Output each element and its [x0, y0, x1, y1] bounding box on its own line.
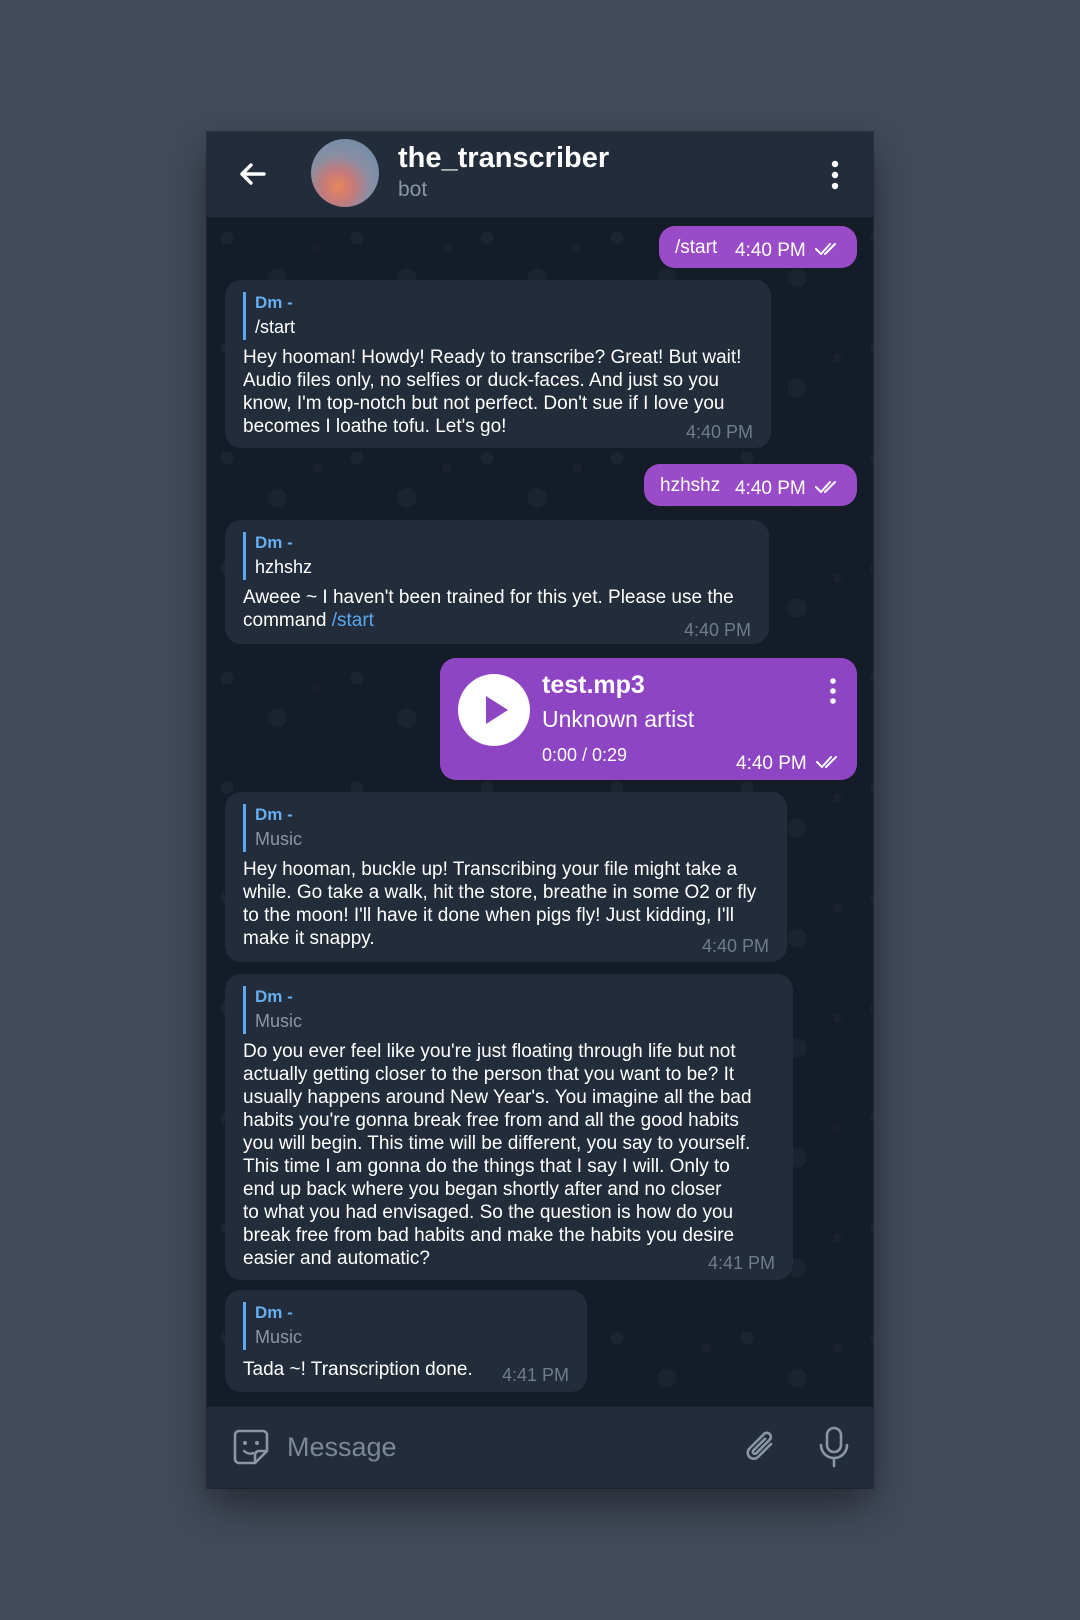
reply-author: Dm -	[255, 533, 293, 552]
message-outgoing[interactable]: hzhshz 4:40 PM	[644, 464, 857, 506]
message-time: 4:41 PM	[501, 1365, 569, 1385]
message-outgoing[interactable]: /start 4:40 PM	[659, 226, 857, 268]
message-input[interactable]	[287, 1425, 687, 1469]
reply-text: /start	[255, 317, 296, 337]
message-text: Hey hooman, buckle up! Transcribing your…	[243, 859, 757, 949]
message-time: 4:41 PM	[707, 1253, 775, 1273]
message-incoming[interactable]: Dm - hzhshz Aweee ~ I haven't been train…	[225, 520, 769, 644]
message-text: Do you ever feel like you're just floati…	[243, 1041, 752, 1269]
message-incoming[interactable]: Dm - Music Hey hooman, buckle up! Transc…	[225, 792, 787, 962]
arrow-left-icon[interactable]	[233, 154, 273, 194]
reply-quote[interactable]: Dm - Music	[243, 804, 302, 852]
reply-text: Music	[255, 1011, 303, 1031]
reply-quote[interactable]: Dm - hzhshz	[243, 532, 312, 580]
message-incoming[interactable]: Dm - Music Tada ~! Transcription done. 4…	[225, 1290, 587, 1392]
message-text-body: Aweee ~ I haven't been trained for this …	[243, 587, 734, 631]
chat-header: the_transcriber bot	[207, 132, 873, 218]
reply-author: Dm -	[255, 1303, 293, 1322]
paperclip-icon[interactable]	[743, 1427, 781, 1467]
message-time: 4:40 PM	[701, 936, 769, 956]
audio-progress: 0:00 / 0:29	[542, 745, 628, 765]
message-list[interactable]: /start 4:40 PM Dm - /start Hey hooman! H…	[207, 218, 873, 1406]
message-text: Aweee ~ I haven't been trained for this …	[243, 586, 734, 632]
command-link[interactable]: /start	[332, 610, 374, 631]
message-time: 4:40 PM	[685, 422, 753, 442]
sticker-smile-icon[interactable]	[231, 1427, 271, 1467]
play-icon	[486, 696, 508, 724]
double-check-icon	[815, 243, 836, 255]
message-time: 4:40 PM	[735, 478, 806, 499]
message-text: hzhshz	[660, 475, 721, 496]
reply-author: Dm -	[255, 805, 293, 824]
message-composer	[207, 1406, 873, 1488]
chat-subtitle: bot	[398, 178, 428, 201]
reply-quote[interactable]: Dm - /start	[243, 292, 295, 340]
message-time: 4:40 PM	[735, 240, 806, 261]
reply-text: Music	[255, 1327, 303, 1347]
reply-quote[interactable]: Dm - Music	[243, 986, 302, 1034]
reply-author: Dm -	[255, 293, 293, 312]
message-text: Hey hooman! Howdy! Ready to transcribe? …	[243, 347, 742, 437]
chat-title[interactable]: the_transcriber	[398, 142, 609, 175]
message-text: /start	[675, 237, 718, 258]
message-time: 4:40 PM	[736, 753, 807, 774]
message-text: Tada ~! Transcription done.	[243, 1359, 473, 1380]
avatar[interactable]	[311, 139, 379, 207]
more-vertical-icon[interactable]	[825, 158, 845, 192]
microphone-icon[interactable]	[817, 1425, 851, 1469]
play-button[interactable]	[458, 674, 530, 746]
message-time: 4:40 PM	[683, 620, 751, 640]
message-incoming[interactable]: Dm - /start Hey hooman! Howdy! Ready to …	[225, 280, 771, 448]
reply-quote[interactable]: Dm - Music	[243, 1302, 302, 1350]
reply-author: Dm -	[255, 987, 293, 1006]
phone-screen: the_transcriber bot /start 4:40 PM Dm - …	[207, 132, 873, 1488]
more-vertical-icon[interactable]	[825, 676, 841, 706]
double-check-icon	[815, 481, 836, 493]
audio-artist: Unknown artist	[542, 706, 695, 732]
audio-title: test.mp3	[542, 671, 645, 699]
message-incoming[interactable]: Dm - Music Do you ever feel like you're …	[225, 974, 793, 1280]
reply-text: Music	[255, 829, 303, 849]
reply-text: hzhshz	[255, 557, 313, 577]
double-check-icon	[816, 756, 837, 768]
audio-message[interactable]: test.mp3 Unknown artist 0:00 / 0:29 4:40…	[440, 658, 857, 780]
